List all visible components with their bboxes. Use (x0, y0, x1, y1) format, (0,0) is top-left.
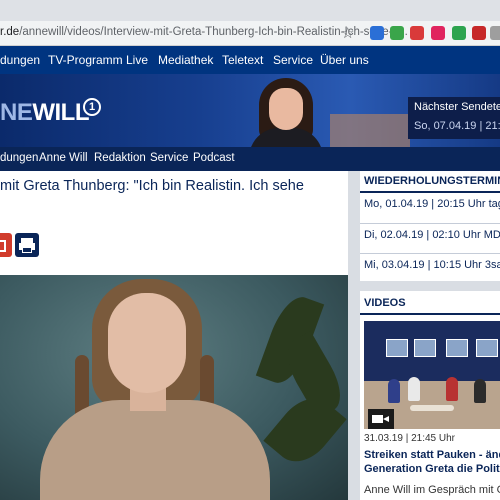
print-icon[interactable] (15, 233, 39, 257)
mail-icon[interactable] (0, 233, 12, 257)
extension-icon[interactable] (490, 26, 500, 40)
video-subtitle: Anne Will im Gespräch mit Gr (364, 484, 500, 496)
extension-icon[interactable] (410, 26, 424, 40)
video-thumbnail[interactable] (364, 321, 500, 429)
videos-title: VIDEOS (364, 297, 406, 309)
article-headline: mit Greta Thunberg: "Ich bin Realistin. … (0, 178, 304, 194)
repeats-panel: WIEDERHOLUNGSTERMINE Mo, 01.04.19 | 20:1… (360, 171, 500, 281)
repeat-item[interactable]: Mi, 03.04.19 | 10:15 Uhr 3sat (364, 259, 500, 271)
url-domain: r.de (0, 26, 20, 38)
video-date: 31.03.19 | 21:45 Uhr (364, 433, 455, 444)
sub-nav-item-service[interactable]: Service (150, 152, 188, 164)
studio-backdrop (330, 114, 410, 147)
repeats-title: WIEDERHOLUNGSTERMINE (364, 175, 500, 187)
main-nav-item-mediathek[interactable]: Mediathek (158, 53, 213, 67)
browser-window: r.de/annewill/videos/Interview-mit-Greta… (0, 0, 500, 500)
next-broadcast-label: Nächster Sendeterm (414, 101, 500, 113)
sidebar: WIEDERHOLUNGSTERMINE Mo, 01.04.19 | 20:1… (348, 171, 500, 500)
video-camera-icon (368, 409, 394, 429)
browser-tab-strip (0, 0, 500, 21)
ard-logo-icon: 1 (83, 98, 101, 116)
main-nav-item-tv-programm[interactable]: TV-Programm (48, 53, 123, 67)
repeat-item[interactable]: Mo, 01.04.19 | 20:15 Uhr tage (364, 198, 500, 210)
main-nav: dungen TV-Programm Live Mediathek Telete… (0, 46, 500, 74)
sub-nav-item-podcast[interactable]: Podcast (193, 152, 235, 164)
main-nav-item-live[interactable]: Live (126, 53, 148, 67)
video-title[interactable]: Streiken statt Pauken - änd Generation Gr… (364, 448, 500, 476)
extension-icon[interactable] (452, 26, 466, 40)
show-logo[interactable]: NEWILL (0, 99, 89, 127)
main-nav-item-ueber-uns[interactable]: Über uns (320, 53, 369, 67)
main-nav-item-sendungen[interactable]: dungen (0, 53, 40, 67)
address-bar[interactable]: r.de/annewill/videos/Interview-mit-Greta… (0, 21, 500, 46)
sub-nav-item-anne-will[interactable]: Anne Will (39, 152, 88, 164)
extension-icon[interactable] (390, 26, 404, 40)
article-main: mit Greta Thunberg: "Ich bin Realistin. … (0, 171, 348, 500)
main-nav-item-service[interactable]: Service (273, 53, 313, 67)
extension-icon[interactable] (370, 26, 384, 40)
sub-nav: dungen Anne Will Redaktion Service Podca… (0, 147, 500, 171)
presenter-image (245, 78, 327, 147)
extension-icon[interactable] (472, 26, 486, 40)
videos-panel: VIDEOS 31.03.19 | 21:45 Uhr Streiken sta… (360, 291, 500, 500)
next-broadcast-box[interactable]: Nächster Sendeterm So, 07.04.19 | 21:45 (408, 97, 500, 139)
main-nav-item-teletext[interactable]: Teletext (222, 53, 263, 67)
sub-nav-item-sendungen[interactable]: dungen (0, 152, 38, 164)
repeat-item[interactable]: Di, 02.04.19 | 02:10 Uhr MDR (364, 229, 500, 241)
extension-icon[interactable] (431, 26, 445, 40)
video-player[interactable] (0, 275, 348, 500)
next-broadcast-date: So, 07.04.19 | 21:45 (414, 120, 500, 132)
sub-nav-item-redaktion[interactable]: Redaktion (94, 152, 146, 164)
star-icon[interactable]: ☆ (341, 24, 354, 42)
